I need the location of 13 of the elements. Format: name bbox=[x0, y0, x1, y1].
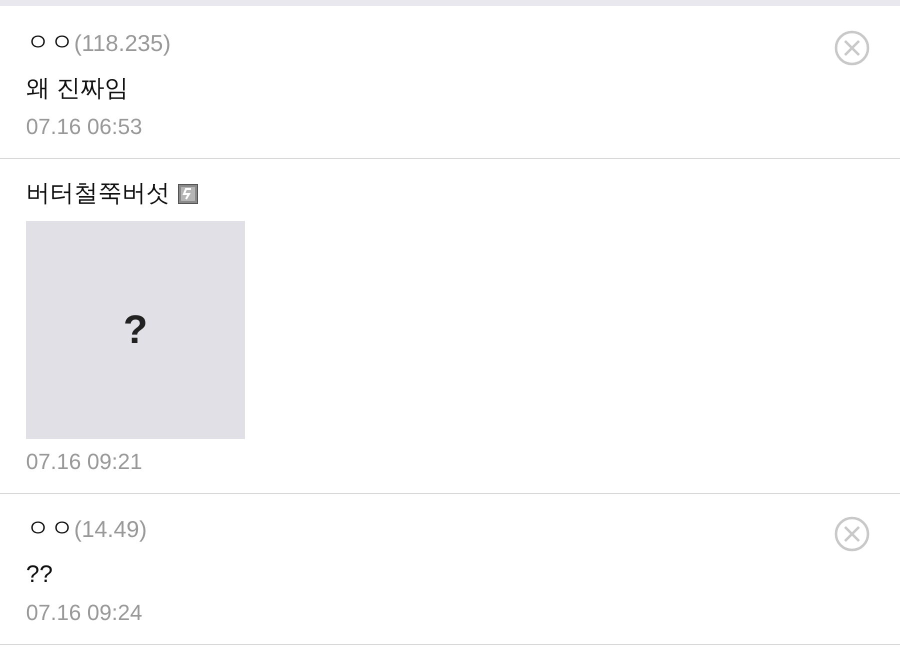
close-icon[interactable] bbox=[834, 30, 870, 66]
author-name: ㅇㅇ bbox=[26, 28, 74, 58]
close-icon[interactable] bbox=[834, 516, 870, 552]
comment-text: 왜 진짜임 bbox=[26, 74, 130, 104]
author-name: 버터철쭉버섯 bbox=[26, 179, 170, 209]
comment-text: ?? bbox=[26, 560, 54, 590]
ip-address: (118.235) bbox=[74, 28, 171, 58]
comment-date: 07.16 06:53 bbox=[26, 113, 144, 141]
question-mark: ? bbox=[123, 307, 148, 354]
comment-date: 07.16 09:24 bbox=[26, 599, 144, 627]
author-name: ㅇㅇ bbox=[26, 514, 74, 544]
comment-date: 07.16 09:21 bbox=[26, 448, 144, 476]
ip-address: (14.49) bbox=[74, 514, 147, 544]
